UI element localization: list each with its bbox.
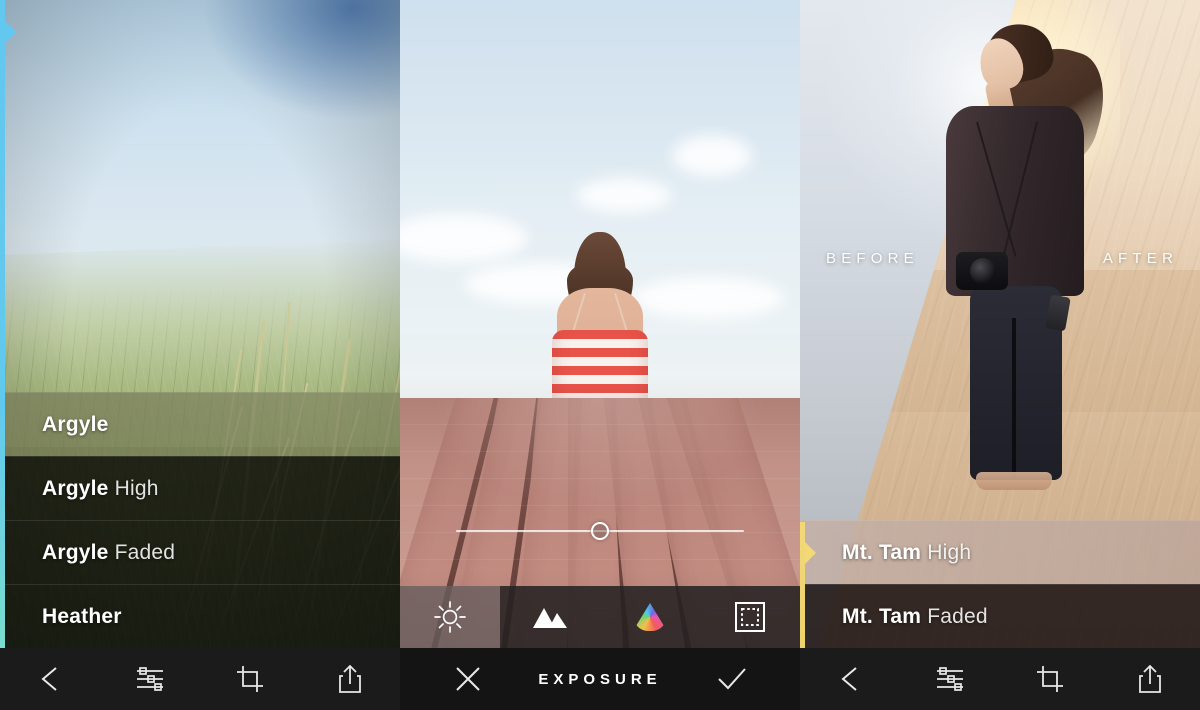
share-button[interactable] — [322, 651, 378, 707]
panel-filter-browser: Argyle Argyle High Argyle Faded Heather — [0, 0, 400, 710]
tool-contrast[interactable] — [500, 586, 600, 648]
share-icon — [1136, 663, 1164, 695]
filter-row-argyle[interactable]: Argyle — [0, 392, 400, 456]
filter-row-mt-tam-high[interactable]: Mt. Tam High — [800, 520, 1200, 584]
filter-label: Argyle High — [42, 477, 159, 501]
back-button[interactable] — [822, 651, 878, 707]
sun-icon — [433, 600, 467, 634]
crop-icon — [235, 664, 265, 694]
filter-row-argyle-high[interactable]: Argyle High — [0, 456, 400, 520]
before-label: BEFORE — [826, 250, 919, 267]
filter-list-right: Mt. Tam High Mt. Tam Faded — [800, 520, 1200, 648]
editor-title: EXPOSURE — [400, 648, 800, 710]
after-label: AFTER — [1103, 250, 1178, 267]
edit-toolbar — [400, 586, 800, 648]
crop-button[interactable] — [222, 651, 278, 707]
selection-arrow-icon — [805, 542, 816, 564]
subject-leg-gap — [1012, 318, 1016, 478]
back-button[interactable] — [22, 651, 78, 707]
filter-row-heather[interactable]: Heather — [0, 584, 400, 648]
exposure-slider[interactable] — [456, 520, 744, 542]
filter-row-argyle-faded[interactable]: Argyle Faded — [0, 520, 400, 584]
crop-icon — [1035, 664, 1065, 694]
vignette-icon — [734, 601, 766, 633]
back-chevron-icon — [37, 664, 63, 694]
subject-feet — [976, 472, 1052, 490]
filter-label: Argyle Faded — [42, 541, 175, 565]
bottom-navbar-right — [800, 648, 1200, 710]
bottom-navbar-center: EXPOSURE — [400, 648, 800, 710]
adjust-button[interactable] — [122, 651, 178, 707]
bottom-navbar-left — [0, 648, 400, 710]
filter-list-left: Argyle Argyle High Argyle Faded Heather — [0, 392, 400, 648]
sliders-icon — [934, 665, 966, 693]
crop-button[interactable] — [1022, 651, 1078, 707]
filter-row-mt-tam-faded[interactable]: Mt. Tam Faded — [800, 584, 1200, 648]
share-icon — [336, 663, 364, 695]
color-wheel-icon — [635, 603, 665, 631]
filter-label: Heather — [42, 605, 122, 629]
mountains-icon — [531, 604, 569, 630]
subject-camera — [956, 252, 1008, 290]
selection-rail-left — [0, 0, 5, 710]
filter-label: Mt. Tam High — [842, 541, 971, 565]
tool-saturation[interactable] — [600, 586, 700, 648]
slider-knob[interactable] — [591, 522, 609, 540]
panel-before-after: BEFORE AFTER Mt. Tam High Mt. Tam Faded — [800, 0, 1200, 710]
tool-exposure[interactable] — [400, 586, 500, 648]
adjust-button[interactable] — [922, 651, 978, 707]
back-chevron-icon — [837, 664, 863, 694]
selection-rail-right — [800, 522, 805, 648]
sliders-icon — [134, 665, 166, 693]
selection-arrow-icon — [5, 21, 16, 43]
filter-label: Argyle — [42, 413, 109, 437]
panel-editor: EXPOSURE — [400, 0, 800, 710]
filter-label: Mt. Tam Faded — [842, 605, 988, 629]
app-root: Argyle Argyle High Argyle Faded Heather — [0, 0, 1200, 710]
tool-vignette[interactable] — [700, 586, 800, 648]
share-button[interactable] — [1122, 651, 1178, 707]
